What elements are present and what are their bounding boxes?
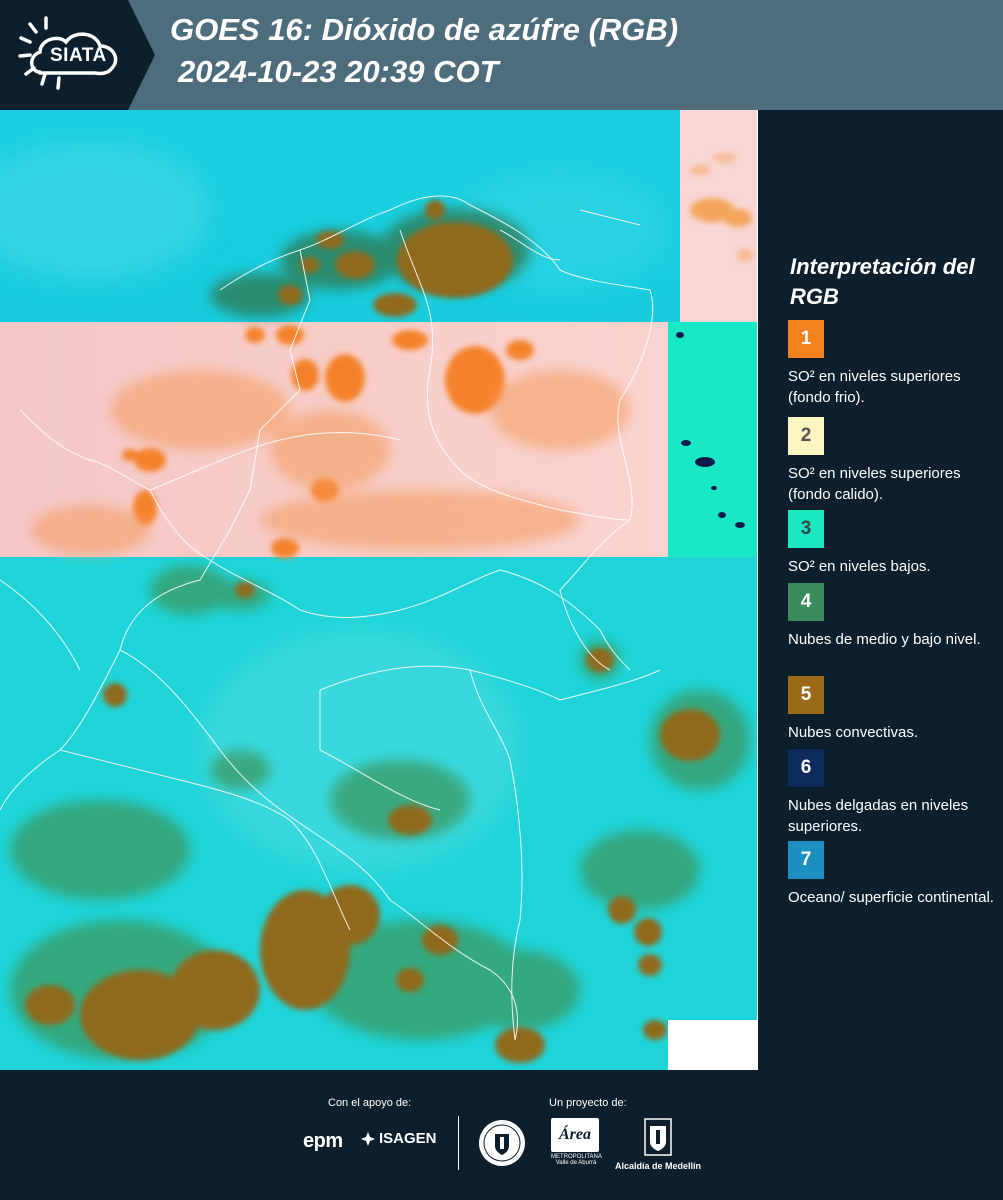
legend-label-6: Nubes delgadas en niveles superiores. — [788, 797, 969, 835]
siata-logo: SIATA — [0, 0, 155, 110]
legend-panel: Interpretación del RGB 1 SO² en niveles … — [760, 110, 1003, 1070]
legend-swatch-7: 7 — [788, 841, 824, 879]
legend-item-1: 1 SO² en niveles superiores (fondo frio)… — [788, 320, 998, 408]
satellite-map — [0, 110, 758, 1070]
legend-swatch-5: 5 — [788, 676, 824, 714]
legend-title: Interpretación del RGB — [790, 254, 975, 309]
legend-item-3: 3 SO² en niveles bajos. — [788, 510, 998, 577]
legend-label-2: SO² en niveles superiores (fondo calido)… — [788, 465, 961, 503]
footer: Con el apoyo de: Un proyecto de: epm ISA… — [0, 1070, 1003, 1200]
legend-swatch-2: 2 — [788, 417, 824, 455]
legend-label-7: Oceano/ superficie continental. — [788, 889, 994, 906]
logo-text: SIATA — [50, 45, 107, 66]
legend-item-7: 7 Oceano/ superficie continental. — [788, 841, 998, 908]
legend-label-5: Nubes convectivas. — [788, 724, 919, 741]
project-label: Un proyecto de: — [549, 1097, 627, 1109]
legend-label-1: SO² en niveles superiores (fondo frio). — [788, 368, 961, 406]
legend-swatch-4: 4 — [788, 583, 824, 621]
isagen-icon — [360, 1131, 376, 1147]
legend-label-3: SO² en niveles bajos. — [788, 558, 931, 575]
legend-swatch-6: 6 — [788, 749, 824, 787]
header-bar: SIATA GOES 16: Dióxido de azúfre (RGB) 2… — [0, 0, 1003, 110]
area-metropolitana-logo: Área METROPOLITANA Valle de Aburrá — [551, 1118, 602, 1166]
legend-item-4: 4 Nubes de medio y bajo nivel. — [788, 583, 998, 650]
footer-divider — [458, 1116, 459, 1170]
legend-item-2: 2 SO² en niveles superiores (fondo calid… — [788, 417, 998, 505]
medellin-seal-logo — [477, 1118, 527, 1173]
alcaldia-medellin-logo: Alcaldía de Medellín — [612, 1118, 704, 1171]
timestamp: 2024-10-23 20:39 COT — [178, 54, 499, 89]
legend-swatch-1: 1 — [788, 320, 824, 358]
support-label: Con el apoyo de: — [328, 1097, 412, 1109]
page-title: GOES 16: Dióxido de azúfre (RGB) — [170, 12, 679, 47]
epm-logo: epm — [303, 1130, 343, 1152]
legend-item-6: 6 Nubes delgadas en niveles superiores. — [788, 749, 998, 837]
legend-label-4: Nubes de medio y bajo nivel. — [788, 631, 981, 648]
legend-item-5: 5 Nubes convectivas. — [788, 676, 998, 743]
isagen-logo: ISAGEN — [360, 1130, 437, 1147]
legend-swatch-3: 3 — [788, 510, 824, 548]
